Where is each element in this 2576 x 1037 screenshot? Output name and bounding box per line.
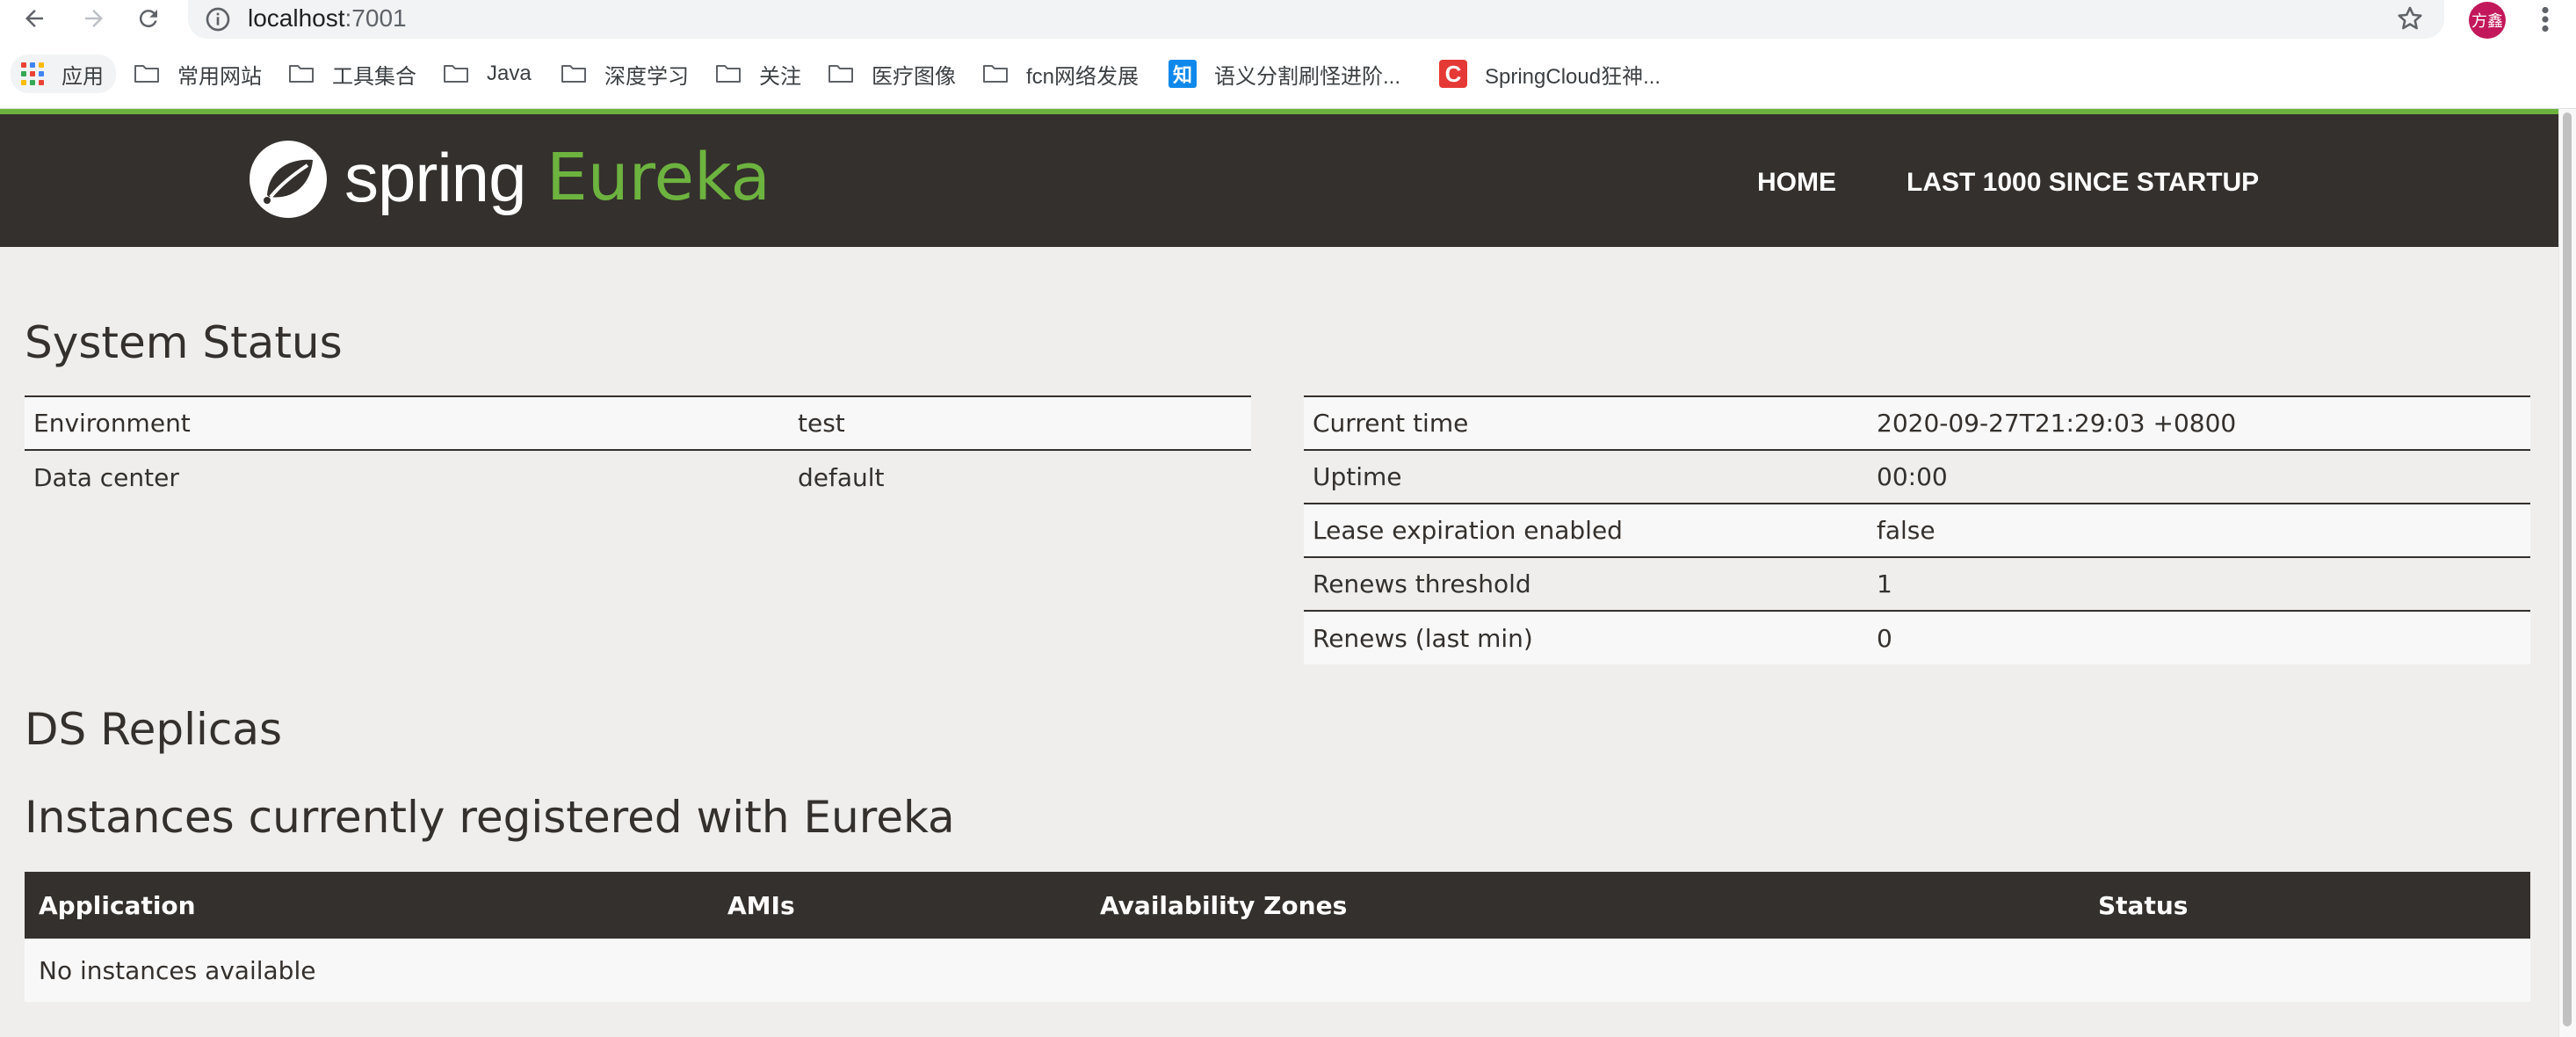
- status-value: default: [789, 449, 1251, 504]
- table-row: No instances available: [25, 939, 2530, 1002]
- folder-icon: [983, 65, 1008, 83]
- system-status-left-table: Environment test Data center default: [25, 395, 1251, 504]
- bookmark-apps[interactable]: 应用: [11, 54, 116, 93]
- bookmark-label: SpringCloud狂神...: [1485, 64, 1661, 89]
- profile-avatar[interactable]: 方鑫: [2469, 2, 2506, 39]
- csdn-icon: C: [1439, 60, 1467, 88]
- bookmark-folder[interactable]: Java: [443, 54, 532, 93]
- arrow-right-icon: [85, 10, 103, 27]
- forward-button[interactable]: [77, 2, 111, 35]
- status-label: Environment: [25, 395, 789, 450]
- table-row: Renews (last min) 0: [1304, 610, 2530, 664]
- apps-grid-icon: [21, 62, 44, 85]
- instances-table: Application AMIs Availability Zones Stat…: [25, 872, 2530, 1002]
- folder-icon: [716, 65, 741, 83]
- status-value: 00:00: [1868, 449, 2530, 504]
- reload-icon: [139, 10, 157, 28]
- spring-leaf-icon[interactable]: [248, 139, 329, 220]
- nav-last1000-link[interactable]: LAST 1000 SINCE STARTUP: [1907, 165, 2259, 200]
- column-header-availability-zones[interactable]: Availability Zones: [1086, 872, 2084, 939]
- status-value: 2020-09-27T21:29:03 +0800: [1868, 395, 2530, 450]
- arrow-left-icon: [25, 10, 43, 27]
- status-value: 0: [1868, 610, 2530, 664]
- bookmarks-bar: 应用 常用网站 工具集合 Java 深度学习 关注 医疗图像 fcn网络发展 知…: [0, 39, 2576, 109]
- status-value: test: [789, 395, 1251, 450]
- column-header-application[interactable]: Application: [25, 872, 713, 939]
- bookmark-label: 工具集合: [332, 64, 416, 89]
- logo-eureka-text: Eureka: [546, 140, 771, 215]
- ds-replicas-heading: DS Replicas: [25, 704, 283, 755]
- status-label: Uptime: [1304, 449, 1868, 504]
- back-button[interactable]: [18, 2, 51, 35]
- bookmark-folder[interactable]: 深度学习: [561, 54, 689, 93]
- status-value: false: [1868, 503, 2530, 557]
- zhihu-icon: 知: [1169, 60, 1197, 88]
- bookmark-label: 语义分割刷怪进阶...: [1214, 64, 1401, 89]
- folder-icon: [444, 65, 468, 83]
- address-bar[interactable]: localhost:7001: [188, 0, 2444, 39]
- bookmark-link[interactable]: 知 语义分割刷怪进阶...: [1169, 54, 1400, 93]
- status-label: Current time: [1304, 395, 1868, 450]
- bookmark-label: 关注: [759, 64, 801, 89]
- table-row: Data center default: [25, 449, 1251, 504]
- scrollbar-thumb[interactable]: [2563, 112, 2572, 1026]
- bookmark-folder[interactable]: 医疗图像: [828, 54, 956, 93]
- url-text[interactable]: localhost:7001: [248, 2, 407, 35]
- status-value: 1: [1868, 556, 2530, 611]
- logo-spring-text: spring: [344, 139, 526, 216]
- status-label: Lease expiration enabled: [1304, 503, 1868, 557]
- bookmark-label: 应用: [62, 64, 104, 89]
- bookmark-folder[interactable]: 常用网站: [134, 54, 262, 93]
- system-status-right-table: Current time 2020-09-27T21:29:03 +0800 U…: [1304, 395, 2530, 664]
- reload-button[interactable]: [132, 2, 165, 35]
- eureka-header: spring Eureka HOME LAST 1000 SINCE START…: [0, 109, 2558, 247]
- bookmark-label: Java: [487, 62, 532, 85]
- bookmark-folder[interactable]: 关注: [715, 54, 801, 93]
- status-label: Renews threshold: [1304, 556, 1868, 611]
- bookmark-link[interactable]: C SpringCloud狂神...: [1439, 54, 1661, 93]
- vertical-scrollbar[interactable]: [2558, 109, 2576, 1037]
- folder-icon: [829, 65, 853, 83]
- table-row: Current time 2020-09-27T21:29:03 +0800: [1304, 395, 2530, 450]
- column-header-amis[interactable]: AMIs: [713, 872, 1086, 939]
- instances-heading: Instances currently registered with Eure…: [25, 792, 955, 843]
- url-port: :7001: [344, 4, 407, 32]
- table-row: Lease expiration enabled false: [1304, 503, 2530, 557]
- url-host: localhost: [248, 4, 345, 32]
- table-row: Uptime 00:00: [1304, 449, 2530, 504]
- folder-icon: [134, 65, 159, 83]
- empty-message: No instances available: [25, 939, 2530, 1002]
- more-menu-icon[interactable]: [2532, 4, 2558, 35]
- bookmark-label: 常用网站: [177, 64, 262, 89]
- bookmark-star-icon[interactable]: [2395, 4, 2425, 33]
- bookmark-label: 医疗图像: [872, 64, 956, 89]
- system-status-heading: System Status: [25, 317, 343, 368]
- table-header-row: Application AMIs Availability Zones Stat…: [25, 872, 2530, 939]
- folder-icon: [561, 65, 586, 83]
- info-icon[interactable]: [204, 5, 232, 33]
- folder-icon: [289, 65, 314, 83]
- table-row: Renews threshold 1: [1304, 556, 2530, 611]
- table-row: Environment test: [25, 395, 1251, 450]
- nav-home-link[interactable]: HOME: [1757, 165, 1836, 200]
- page-viewport: spring Eureka HOME LAST 1000 SINCE START…: [0, 109, 2558, 1037]
- column-header-status[interactable]: Status: [2084, 872, 2530, 939]
- bookmark-label: 深度学习: [604, 64, 689, 89]
- status-label: Renews (last min): [1304, 610, 1868, 664]
- browser-toolbar: localhost:7001 方鑫: [0, 0, 2576, 39]
- bookmark-folder[interactable]: 工具集合: [288, 54, 416, 93]
- status-label: Data center: [25, 449, 789, 504]
- bookmark-label: fcn网络发展: [1026, 64, 1140, 89]
- bookmark-folder[interactable]: fcn网络发展: [982, 54, 1139, 93]
